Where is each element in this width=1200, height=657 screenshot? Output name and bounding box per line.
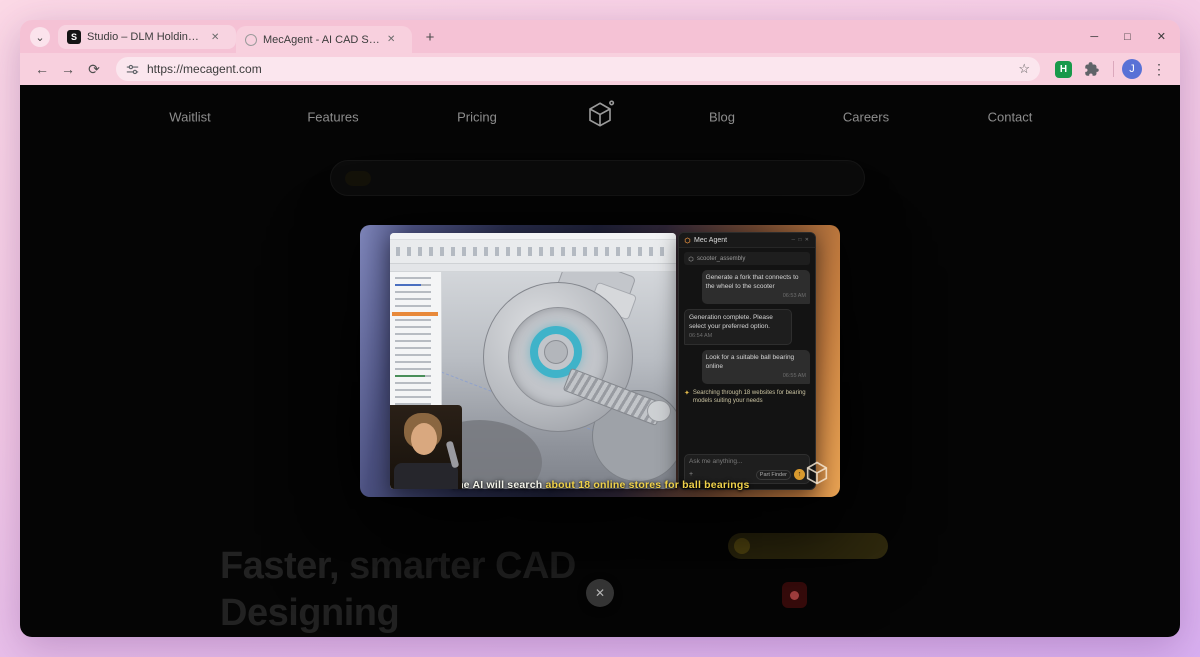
extensions-puzzle-icon[interactable] xyxy=(1083,60,1101,78)
url-text[interactable]: https://mecagent.com xyxy=(147,62,1010,76)
sanity-favicon: S xyxy=(67,30,81,44)
attach-icon[interactable]: + xyxy=(689,471,693,478)
presenter-body xyxy=(394,463,458,489)
cube-logo-icon xyxy=(589,100,615,127)
hero-line-1: Faster, smarter CAD xyxy=(220,545,576,587)
minimize-button[interactable]: ─ xyxy=(1090,31,1098,43)
chat-messages: Generate a fork that connects to the whe… xyxy=(679,265,815,450)
address-bar[interactable]: https://mecagent.com ☆ xyxy=(116,57,1040,81)
chat-message-time: 06:54 AM xyxy=(689,333,713,340)
nav-item-pricing[interactable]: Pricing xyxy=(457,110,497,125)
browser-menu-icon[interactable]: ⋮ xyxy=(1152,61,1166,78)
chevron-down-icon: ⌄ xyxy=(35,31,45,44)
cad-menubar xyxy=(390,233,676,240)
file-cube-icon xyxy=(688,255,694,262)
feature-tree-item-green xyxy=(395,375,425,377)
nav-item-waitlist[interactable]: Waitlist xyxy=(169,110,210,125)
dimmed-waitlist-button[interactable] xyxy=(728,533,888,559)
tab-title: MecAgent - AI CAD Sofware Co xyxy=(263,33,381,46)
chat-input-placeholder: Ask me anything... xyxy=(689,458,743,465)
feature-tree-item-blue xyxy=(395,284,421,286)
caption-highlight-text: about 18 online stores for ball bearings xyxy=(545,479,750,491)
dimmed-button-icon xyxy=(734,538,750,554)
chat-message-user: Generate a fork that connects to the whe… xyxy=(701,270,810,304)
nav-item-careers[interactable]: Careers xyxy=(843,110,889,125)
maximize-button[interactable]: □ xyxy=(1124,31,1131,43)
reload-button[interactable]: ⟳ xyxy=(82,57,106,81)
chat-message-agent: Generation complete. Please select your … xyxy=(684,308,793,345)
video-lightbox[interactable]: Mec Agent ─ □ ✕ scooter_assembly Generat… xyxy=(360,225,840,497)
cad-app-window xyxy=(390,233,676,489)
model-shaft-tip xyxy=(647,400,671,422)
tab-close-icon[interactable]: ✕ xyxy=(387,34,395,45)
cad-toolbar xyxy=(390,240,676,264)
bookmark-star-icon[interactable]: ☆ xyxy=(1018,61,1030,77)
tab-mecagent[interactable]: MecAgent - AI CAD Sofware Co ✕ xyxy=(236,26,412,53)
chat-message-text: Look for a suitable ball bearing online xyxy=(705,353,795,370)
presenter-face xyxy=(411,423,437,455)
cad-toolbar-icons xyxy=(396,247,670,256)
extension-h-icon[interactable]: H xyxy=(1055,60,1072,78)
browser-toolbar: ← → ⟳ https://mecagent.com ☆ H J ⋮ xyxy=(20,53,1180,85)
part-finder-button[interactable]: Part Finder xyxy=(755,469,791,480)
tab-sanity-studio[interactable]: S Studio – DLM Holdings | Sanity ✕ xyxy=(58,25,236,49)
profile-avatar[interactable]: J xyxy=(1122,59,1142,79)
nav-item-blog[interactable]: Blog xyxy=(709,110,735,125)
chat-app-title: Mec Agent xyxy=(694,236,728,244)
close-window-button[interactable]: ✕ xyxy=(1157,30,1166,43)
chat-message-time: 06:55 AM xyxy=(782,372,806,379)
cad-ribbon-tabs xyxy=(390,264,676,272)
chat-message-text: Generation complete. Please select your … xyxy=(689,313,773,330)
chat-status-text: Searching through 18 websites for bearin… xyxy=(692,389,806,405)
chat-header: Mec Agent ─ □ ✕ xyxy=(679,233,815,248)
chat-window-controls[interactable]: ─ □ ✕ xyxy=(791,237,810,243)
dimmed-badge xyxy=(345,171,371,186)
cad-3d-viewport xyxy=(442,272,676,489)
site-info-icon[interactable] xyxy=(126,63,139,76)
nav-item-contact[interactable]: Contact xyxy=(988,110,1033,125)
model-hub xyxy=(544,340,568,364)
youtube-icon[interactable] xyxy=(782,582,807,608)
chat-message-time: 06:53 AM xyxy=(782,293,806,300)
chat-cube-icon xyxy=(684,236,691,244)
window-controls: ─ □ ✕ xyxy=(1090,20,1166,53)
chat-file-name: scooter_assembly xyxy=(697,255,746,262)
tab-title: Studio – DLM Holdings | Sanity xyxy=(87,31,205,43)
toolbar-divider xyxy=(1113,61,1114,77)
chat-status: ✦ Searching through 18 websites for bear… xyxy=(684,389,810,406)
caption-leading-text: The AI will search xyxy=(450,479,543,491)
dimmed-announcement-pill xyxy=(330,160,865,196)
presenter-webcam xyxy=(390,405,462,489)
lightbox-close-button[interactable]: ✕ xyxy=(586,579,614,607)
youtube-play-dot xyxy=(790,591,799,600)
nav-item-features[interactable]: Features xyxy=(307,110,358,125)
page-content: Waitlist Features Pricing Blog Careers C… xyxy=(20,85,1180,637)
chat-message-text: Generate a fork that connects to the whe… xyxy=(705,274,799,291)
chat-message-user: Look for a suitable ball bearing online … xyxy=(701,349,810,384)
tab-search-button[interactable]: ⌄ xyxy=(30,27,50,47)
part-finder-label: Part Finder xyxy=(759,471,787,478)
browser-window: ⌄ S Studio – DLM Holdings | Sanity ✕ Mec… xyxy=(20,20,1180,637)
hero-line-2: Designing xyxy=(220,592,400,634)
mecagent-chat-window: Mec Agent ─ □ ✕ scooter_assembly Generat… xyxy=(678,232,816,490)
forward-button[interactable]: → xyxy=(56,57,80,81)
chat-file-chip[interactable]: scooter_assembly xyxy=(684,252,810,265)
sparkle-icon: ✦ xyxy=(684,389,690,397)
mecagent-logo[interactable] xyxy=(585,100,615,135)
hero-heading: Faster, smarter CAD Designing xyxy=(220,543,576,637)
tab-close-icon[interactable]: ✕ xyxy=(211,32,219,43)
new-tab-button[interactable]: + xyxy=(418,25,442,49)
feature-tree-selected-item xyxy=(392,312,438,316)
tab-strip: ⌄ S Studio – DLM Holdings | Sanity ✕ Mec… xyxy=(20,20,1180,53)
mecagent-favicon xyxy=(245,33,257,46)
back-button[interactable]: ← xyxy=(30,57,54,81)
